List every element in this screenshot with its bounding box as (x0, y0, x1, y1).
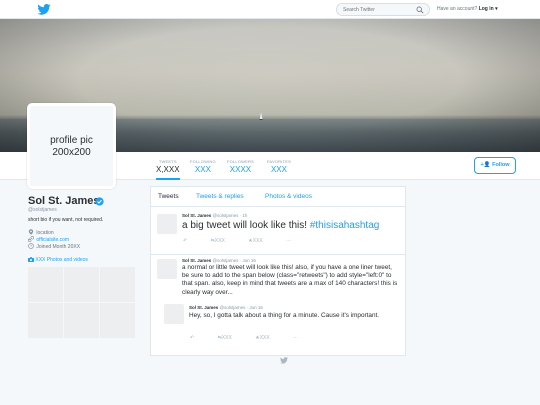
stat-following[interactable]: FOLLOWING XXX (190, 159, 216, 174)
follow-button[interactable]: +👤 Follow (474, 157, 516, 174)
photos-videos-label: XXX Photos and videos (35, 257, 88, 263)
tweet-author[interactable]: Sol St. James (182, 258, 211, 263)
timeline: Tweets Tweets & replies Photos & videos … (150, 186, 406, 356)
tab-tweets-replies[interactable]: Tweets & replies (196, 193, 244, 200)
stat-followers[interactable]: FOLLOWERS XXXX (227, 159, 254, 174)
tweet-author[interactable]: Sol St. James (182, 213, 211, 218)
profile-pic-size: 200x200 (52, 147, 91, 158)
search-box[interactable] (336, 3, 430, 16)
reply-actions: ↶ ⇆XXX ★XXX ··· (190, 335, 320, 341)
photo-thumb[interactable] (64, 303, 99, 338)
photo-thumb[interactable] (28, 267, 63, 302)
have-account-text: Have an account? (437, 6, 478, 12)
retweet-action[interactable]: ⇆XXX (218, 335, 232, 341)
photo-thumb[interactable] (100, 303, 135, 338)
reply-header: Sol St. James @solstjames · Jun 16 (189, 305, 263, 310)
stat-label: FOLLOWING (190, 159, 216, 164)
retweet-count: XXX (214, 238, 225, 244)
sailboat-icon (259, 112, 263, 120)
tweet[interactable]: Sol St. James @solstjames · 1h a big twe… (151, 207, 405, 255)
photo-grid (28, 267, 136, 339)
tweet-header: Sol St. James @solstjames · Jun 16 (182, 258, 256, 263)
joined-text: Joined Month 20XX (36, 244, 81, 250)
stat-label: FOLLOWERS (227, 159, 254, 164)
favorite-action[interactable]: ★XXX (255, 335, 270, 341)
twitter-bird-icon (280, 357, 288, 364)
tweet-time[interactable]: Jun 16 (242, 258, 256, 263)
clock-icon (28, 243, 34, 249)
more-icon[interactable]: ··· (286, 238, 291, 244)
retweet-count: XXX (221, 335, 232, 341)
tab-photos-videos[interactable]: Photos & videos (265, 193, 312, 200)
photos-videos-link[interactable]: XXX Photos and videos (28, 257, 88, 263)
reply-text: Hey, so, I gotta talk about a thing for … (189, 312, 380, 319)
reply-icon[interactable]: ↶ (183, 238, 187, 244)
stat-value: X,XXX (156, 165, 180, 174)
top-bar: Have an account? Log in ▾ (0, 0, 540, 19)
stat-value: XXX (270, 165, 287, 174)
photo-thumb[interactable] (28, 303, 63, 338)
profile-picture[interactable]: profile pic 200x200 (27, 103, 116, 189)
stat-tweets[interactable]: TWEETS X,XXX (156, 159, 180, 180)
login-prompt: Have an account? Log in ▾ (437, 6, 498, 12)
profile-name: Sol St. James (28, 195, 100, 207)
search-input[interactable] (337, 4, 409, 15)
verified-icon (95, 197, 104, 206)
location-icon (28, 229, 34, 235)
link-icon (28, 236, 34, 242)
reply-author[interactable]: Sol St. James (189, 305, 218, 310)
tweet-body: a big tweet will look like this! (182, 220, 308, 231)
favorite-count: XXX (259, 335, 270, 341)
profile-location: location (28, 229, 54, 236)
favorite-count: XXX (252, 238, 263, 244)
tweet-time[interactable]: 1h (242, 213, 247, 218)
profile-website: officialsite.com (28, 236, 69, 243)
add-user-icon: +👤 (480, 162, 491, 168)
timeline-tabs: Tweets Tweets & replies Photos & videos (151, 187, 405, 207)
reply-icon[interactable]: ↶ (190, 335, 194, 341)
tweet-handle[interactable]: @solstjames (213, 258, 239, 263)
tab-tweets[interactable]: Tweets (158, 193, 179, 200)
reply-time[interactable]: Jun 16 (249, 305, 263, 310)
camera-icon (28, 257, 34, 262)
profile-joined: Joined Month 20XX (28, 243, 80, 250)
tweet-actions: ↶ ⇆XXX ★XXX ··· (183, 238, 313, 244)
tweet-text: a big tweet will look like this! #thisis… (182, 220, 379, 231)
tweet-header: Sol St. James @solstjames · 1h (182, 213, 248, 218)
favorite-action[interactable]: ★XXX (248, 238, 263, 244)
profile-bio: short bio if you want, not required. (28, 217, 104, 223)
twitter-bird-icon[interactable] (37, 4, 51, 15)
more-icon[interactable]: ··· (293, 335, 298, 341)
retweet-action[interactable]: ⇆XXX (211, 238, 225, 244)
follow-label: Follow (492, 162, 510, 168)
profile-handle[interactable]: @solstjames (28, 207, 57, 213)
photo-thumb[interactable] (100, 267, 135, 302)
photo-thumb[interactable] (64, 267, 99, 302)
stat-value: XXX (194, 165, 211, 174)
avatar[interactable] (157, 214, 177, 234)
stat-favorites[interactable]: FAVORITES XXX (267, 159, 291, 174)
login-link[interactable]: Log in ▾ (479, 6, 498, 12)
stat-label: TWEETS (158, 159, 177, 164)
profile-pic-text: profile pic (50, 135, 93, 146)
hashtag-link[interactable]: #thisisahashtag (310, 220, 380, 231)
search-icon[interactable] (416, 6, 424, 14)
tweet[interactable]: Sol St. James @solstjames · Jun 16 a nor… (151, 255, 405, 357)
tweet-text: a normal or little tweet will look like … (182, 264, 398, 296)
stat-label: FAVORITES (267, 159, 291, 164)
avatar[interactable] (157, 259, 177, 279)
stat-value: XXXX (229, 165, 252, 174)
tweet-handle[interactable]: @solstjames (213, 213, 239, 218)
reply-handle[interactable]: @solstjames (220, 305, 246, 310)
reply-avatar[interactable] (164, 304, 184, 324)
